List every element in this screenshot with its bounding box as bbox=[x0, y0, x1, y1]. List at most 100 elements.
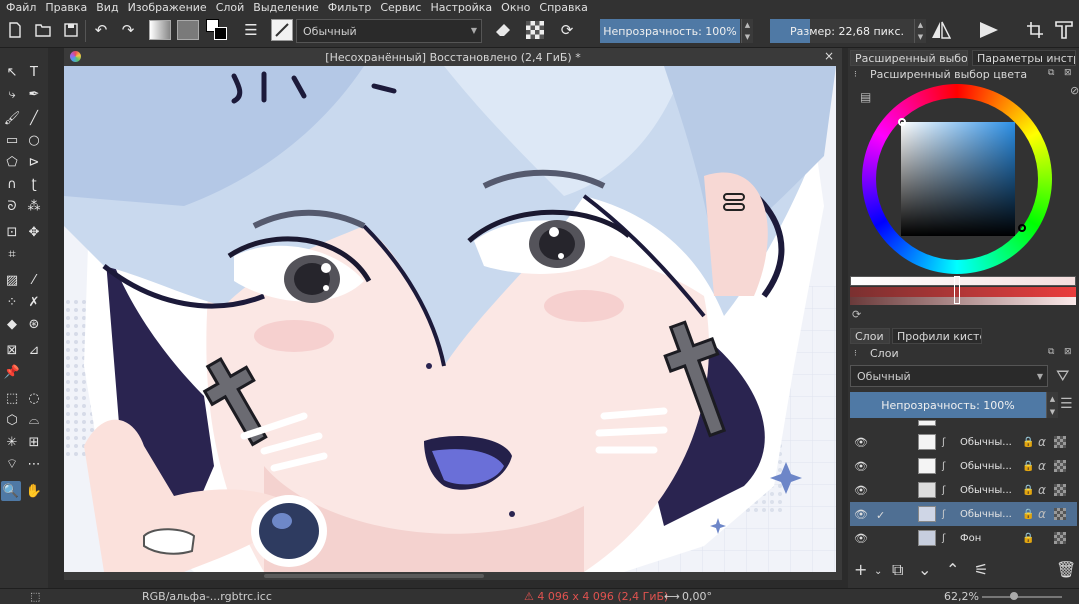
multibrush-icon[interactable]: ⁂ bbox=[24, 196, 44, 216]
canvas[interactable] bbox=[64, 66, 836, 572]
lock-icon[interactable]: 🔒 bbox=[1022, 485, 1034, 496]
workspace-icon[interactable] bbox=[1053, 19, 1075, 41]
layer-row[interactable]: 👁 ʃ Фон 🔒 bbox=[850, 526, 1077, 550]
hue-ring[interactable] bbox=[862, 84, 1052, 274]
magnetic-select-icon[interactable]: ⋯ bbox=[24, 454, 44, 474]
menu-help[interactable]: Справка bbox=[539, 1, 587, 14]
open-document-icon[interactable] bbox=[32, 19, 54, 41]
mirror-vertical-icon[interactable] bbox=[978, 19, 1000, 41]
layer-properties-icon[interactable]: ⚟ bbox=[974, 560, 988, 579]
transform-tool-icon[interactable]: ⊡ bbox=[2, 222, 22, 242]
crop-tool-icon[interactable]: ⌗ bbox=[2, 244, 22, 264]
menu-view[interactable]: Вид bbox=[96, 1, 118, 14]
image-size-warning[interactable]: ⚠ 4 096 x 4 096 (2,4 ГиБ) bbox=[524, 590, 668, 603]
eye-icon[interactable]: 👁 bbox=[854, 532, 868, 545]
menu-settings[interactable]: Настройка bbox=[430, 1, 492, 14]
zoom-slider-handle[interactable] bbox=[1010, 592, 1018, 600]
color-history-bar-2[interactable] bbox=[850, 287, 1076, 297]
color-history-bar-3[interactable] bbox=[850, 297, 1076, 305]
alpha-lock-icon[interactable]: α bbox=[1038, 507, 1046, 521]
menu-tools[interactable]: Сервис bbox=[380, 1, 421, 14]
alpha-lock-icon[interactable]: α bbox=[1038, 483, 1046, 497]
selection-icon[interactable]: ⬚ bbox=[30, 590, 40, 603]
similar-select-icon[interactable]: ⊞ bbox=[24, 432, 44, 452]
inherit-alpha-icon[interactable] bbox=[1054, 460, 1066, 472]
eye-icon[interactable]: 👁 bbox=[854, 460, 868, 473]
tab-brush-presets[interactable]: Профили кистей bbox=[892, 328, 982, 344]
move-layer-down-icon[interactable]: ⌄ bbox=[918, 560, 931, 579]
horizontal-scrollbar[interactable] bbox=[64, 572, 842, 580]
menu-layer[interactable]: Слой bbox=[216, 1, 245, 14]
lock-icon[interactable]: 🔒 bbox=[1022, 533, 1034, 544]
rect-select-icon[interactable]: ⬚ bbox=[2, 388, 22, 408]
layer-checkbox[interactable] bbox=[876, 437, 886, 447]
layer-opacity-slider[interactable]: Непрозрачность: 100% bbox=[850, 392, 1046, 418]
duplicate-layer-icon[interactable]: ⧉ bbox=[892, 560, 903, 580]
layer-menu-icon[interactable]: ☰ bbox=[1060, 396, 1073, 412]
undo-icon[interactable]: ↶ bbox=[90, 19, 112, 41]
lock-icon[interactable]: 🔒 bbox=[1022, 461, 1034, 472]
close-layers-icon[interactable]: ⊠ bbox=[1064, 347, 1072, 357]
close-icon[interactable]: × bbox=[824, 49, 834, 63]
document-tab[interactable]: [Несохранённый] Восстановлено (2,4 ГиБ) … bbox=[64, 48, 842, 66]
inherit-alpha-icon[interactable] bbox=[1054, 436, 1066, 448]
vertical-scrollbar[interactable] bbox=[836, 66, 842, 572]
layer-row[interactable]: 👁 ʃ Обычны... 🔒 α bbox=[850, 430, 1077, 454]
ellipse-tool-icon[interactable]: ○ bbox=[24, 130, 44, 150]
chevron-down-icon[interactable]: ⌄ bbox=[874, 566, 882, 577]
polygon-tool-icon[interactable]: ⬠ bbox=[2, 152, 22, 172]
layer-row[interactable]: 👁 ʃ Обычны... 🔒 α bbox=[850, 478, 1077, 502]
horizontal-scroll-thumb[interactable] bbox=[264, 574, 484, 578]
assistant-tool-icon[interactable]: ⊠ bbox=[2, 340, 22, 360]
color-settings-icon[interactable]: ▤ bbox=[860, 90, 871, 104]
size-slider[interactable]: Размер: 22,68 пикс. bbox=[790, 19, 914, 43]
delete-layer-icon[interactable]: 🗑 bbox=[1056, 560, 1076, 579]
layer-row-selected[interactable]: 👁 ✓ ʃ Обычны... 🔒 α bbox=[850, 502, 1077, 526]
line-tool-icon[interactable]: ╱ bbox=[24, 108, 44, 128]
calligraphy-icon[interactable]: ✒ bbox=[24, 84, 44, 104]
menu-filter[interactable]: Фильтр bbox=[328, 1, 372, 14]
color-picker-icon[interactable]: ⁄ bbox=[24, 270, 44, 290]
check-icon[interactable]: ✓ bbox=[876, 509, 886, 522]
move-tool-icon[interactable]: ✥ bbox=[24, 222, 44, 242]
mirror-horizontal-icon[interactable] bbox=[930, 19, 952, 41]
inherit-alpha-icon[interactable] bbox=[1054, 484, 1066, 496]
dock-menu-icon[interactable]: ⁝ bbox=[854, 70, 857, 80]
reload-preset-icon[interactable]: ⟳ bbox=[556, 19, 578, 41]
menu-file[interactable]: Файл bbox=[6, 1, 36, 14]
brush-tool-icon[interactable]: 🖌 bbox=[2, 108, 22, 128]
preserve-alpha-icon[interactable] bbox=[524, 19, 546, 41]
dynamic-brush-icon[interactable]: ᘐ bbox=[2, 196, 22, 216]
menu-edit[interactable]: Правка bbox=[45, 1, 87, 14]
menu-window[interactable]: Окно bbox=[501, 1, 530, 14]
pan-tool-icon[interactable]: ✋ bbox=[24, 481, 44, 501]
reference-tool-icon[interactable]: 📌 bbox=[2, 362, 22, 382]
layer-blend-dropdown[interactable]: Обычный ▼ bbox=[850, 365, 1048, 387]
menu-image[interactable]: Изображение bbox=[128, 1, 207, 14]
lock-icon[interactable]: 🔒 bbox=[1022, 437, 1034, 448]
tab-tool-options[interactable]: Параметры инстру... bbox=[972, 50, 1076, 66]
colorize-mask-icon[interactable]: ⁘ bbox=[2, 292, 22, 312]
gradient-tool-icon[interactable]: ▨ bbox=[2, 270, 22, 290]
alpha-lock-icon[interactable]: α bbox=[1038, 435, 1046, 449]
layer-opacity-spin[interactable]: ▲ ▼ bbox=[1046, 392, 1058, 418]
rectangle-tool-icon[interactable]: ▭ bbox=[2, 130, 22, 150]
size-spin[interactable]: ▲ ▼ bbox=[914, 19, 926, 43]
text-tool-icon[interactable]: T bbox=[24, 62, 44, 82]
close-panel-icon[interactable]: ⊠ bbox=[1064, 68, 1072, 78]
pattern-selector-icon[interactable] bbox=[176, 19, 200, 41]
polygon-select-icon[interactable]: ⬡ bbox=[2, 410, 22, 430]
enclose-fill-icon[interactable]: ⊛ bbox=[24, 314, 44, 334]
layers-dock-menu-icon[interactable]: ⁝ bbox=[854, 349, 857, 359]
brush-settings-icon[interactable]: ☰ bbox=[240, 19, 262, 41]
inherit-alpha-icon[interactable] bbox=[1054, 532, 1066, 544]
select-shapes-icon[interactable]: ↖ bbox=[2, 62, 22, 82]
eye-icon[interactable]: 👁 bbox=[854, 484, 868, 497]
layer-row[interactable]: 👁 ʃ Обычны... 🔒 α bbox=[850, 454, 1077, 478]
alpha-lock-icon[interactable]: α bbox=[1038, 459, 1046, 473]
tab-advanced-color[interactable]: Расширенный выбор... bbox=[850, 50, 968, 66]
freehand-select-icon[interactable]: ⌓ bbox=[24, 410, 44, 430]
ellipse-select-icon[interactable]: ◌ bbox=[24, 388, 44, 408]
wrap-around-icon[interactable] bbox=[1024, 19, 1046, 41]
save-icon[interactable] bbox=[60, 19, 82, 41]
